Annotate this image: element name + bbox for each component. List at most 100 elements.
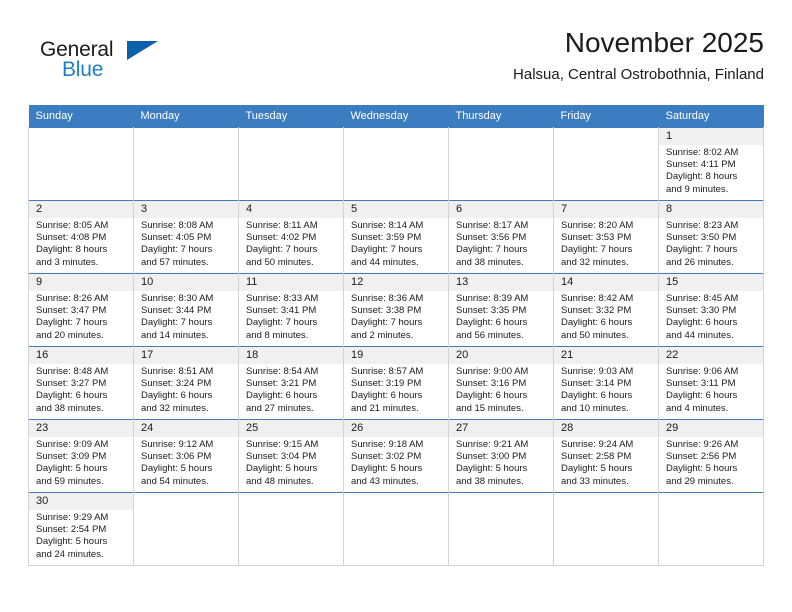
calendar-day-cell[interactable]: 2 Sunrise: 8:05 AM Sunset: 4:08 PM Daylight… xyxy=(28,200,134,274)
daylight-text-line2: and 44 minutes. xyxy=(666,329,734,341)
calendar-day-cell[interactable]: 17 Sunrise: 8:51 AM Sunset: 3:24 PM Dayligh… xyxy=(133,346,239,420)
cell-inner: 12 Sunrise: 8:36 AM Sunset: 3:38 PM Dayligh… xyxy=(344,274,448,346)
daylight-text-line1: Daylight: 6 hours xyxy=(141,390,213,402)
calendar-day-cell[interactable]: 23 Sunrise: 9:09 AM Sunset: 3:09 PM Dayligh… xyxy=(28,419,134,493)
calendar-cell-empty xyxy=(553,127,659,201)
sunset-text: Sunset: 3:21 PM xyxy=(246,378,317,390)
cell-inner: 26 Sunrise: 9:18 AM Sunset: 3:02 PM Dayligh… xyxy=(344,420,448,492)
sunrise-text: Sunrise: 9:21 AM xyxy=(456,439,529,450)
general-blue-logo[interactable]: General Blue xyxy=(40,38,190,86)
calendar-day-cell[interactable]: 15 Sunrise: 8:45 AM Sunset: 3:30 PM Dayligh… xyxy=(658,273,764,347)
sunset-text: Sunset: 3:30 PM xyxy=(666,305,737,317)
day-details: Sunrise: 8:23 AM Sunset: 3:50 PM Daylight:… xyxy=(659,218,763,269)
cell-inner: 20 Sunrise: 9:00 AM Sunset: 3:16 PM Dayligh… xyxy=(449,347,553,419)
calendar-cell-empty xyxy=(133,127,239,201)
title-block: November 2025 Halsua, Central Ostrobothn… xyxy=(513,26,764,86)
sunset-text: Sunset: 3:16 PM xyxy=(456,378,527,390)
daylight-text-line1: Daylight: 5 hours xyxy=(561,463,633,475)
calendar-week-row: 23 Sunrise: 9:09 AM Sunset: 3:09 PM Dayligh… xyxy=(28,419,764,493)
daylight-text-line2: and 38 minutes. xyxy=(456,256,524,268)
calendar-day-cell[interactable]: 29 Sunrise: 9:26 AM Sunset: 2:56 PM Dayligh… xyxy=(658,419,764,493)
cell-inner: 8 Sunrise: 8:23 AM Sunset: 3:50 PM Daylight… xyxy=(659,201,763,273)
day-number: 23 xyxy=(29,420,133,437)
calendar-day-cell[interactable]: 21 Sunrise: 9:03 AM Sunset: 3:14 PM Dayligh… xyxy=(553,346,659,420)
weekday-header-monday: Monday xyxy=(133,105,239,128)
calendar-day-cell[interactable]: 20 Sunrise: 9:00 AM Sunset: 3:16 PM Dayligh… xyxy=(448,346,554,420)
daylight-text-line2: and 57 minutes. xyxy=(141,256,209,268)
sunset-text: Sunset: 3:04 PM xyxy=(246,451,317,463)
day-number: 13 xyxy=(449,274,553,291)
weekday-header-saturday: Saturday xyxy=(658,105,764,128)
sunset-text: Sunset: 2:58 PM xyxy=(561,451,632,463)
day-number: 9 xyxy=(29,274,133,291)
weekday-header-wednesday: Wednesday xyxy=(343,105,449,128)
calendar-day-cell[interactable]: 19 Sunrise: 8:57 AM Sunset: 3:19 PM Dayligh… xyxy=(343,346,449,420)
calendar-day-cell[interactable]: 25 Sunrise: 9:15 AM Sunset: 3:04 PM Dayligh… xyxy=(238,419,344,493)
calendar-day-cell[interactable]: 3 Sunrise: 8:08 AM Sunset: 4:05 PM Daylight… xyxy=(133,200,239,274)
calendar-day-cell[interactable]: 4 Sunrise: 8:11 AM Sunset: 4:02 PM Daylight… xyxy=(238,200,344,274)
calendar-day-cell[interactable]: 8 Sunrise: 8:23 AM Sunset: 3:50 PM Daylight… xyxy=(658,200,764,274)
day-details: Sunrise: 8:39 AM Sunset: 3:35 PM Daylight:… xyxy=(449,291,553,342)
page-header: General Blue November 2025 Halsua, Centr… xyxy=(28,26,764,100)
calendar-day-cell[interactable]: 12 Sunrise: 8:36 AM Sunset: 3:38 PM Dayligh… xyxy=(343,273,449,347)
sunset-text: Sunset: 3:09 PM xyxy=(36,451,107,463)
calendar-day-cell[interactable]: 28 Sunrise: 9:24 AM Sunset: 2:58 PM Dayligh… xyxy=(553,419,659,493)
daylight-text-line1: Daylight: 5 hours xyxy=(141,463,213,475)
cell-inner: 4 Sunrise: 8:11 AM Sunset: 4:02 PM Daylight… xyxy=(239,201,343,273)
sunrise-text: Sunrise: 9:18 AM xyxy=(351,439,424,450)
daylight-text-line2: and 54 minutes. xyxy=(141,475,209,487)
page-title: November 2025 xyxy=(564,27,764,58)
calendar-day-cell[interactable]: 14 Sunrise: 8:42 AM Sunset: 3:32 PM Dayligh… xyxy=(553,273,659,347)
cell-inner: 3 Sunrise: 8:08 AM Sunset: 4:05 PM Daylight… xyxy=(134,201,238,273)
day-number: 11 xyxy=(239,274,343,291)
calendar-day-cell[interactable]: 24 Sunrise: 9:12 AM Sunset: 3:06 PM Dayligh… xyxy=(133,419,239,493)
cell-inner: 11 Sunrise: 8:33 AM Sunset: 3:41 PM Dayligh… xyxy=(239,274,343,346)
daylight-text-line2: and 50 minutes. xyxy=(561,329,629,341)
calendar-day-cell[interactable]: 27 Sunrise: 9:21 AM Sunset: 3:00 PM Dayligh… xyxy=(448,419,554,493)
cell-inner: 1 Sunrise: 8:02 AM Sunset: 4:11 PM Daylight… xyxy=(659,128,763,200)
daylight-text-line2: and 24 minutes. xyxy=(36,548,104,560)
daylight-text-line2: and 32 minutes. xyxy=(561,256,629,268)
day-number: 15 xyxy=(659,274,763,291)
triangle-icon xyxy=(127,41,158,60)
calendar-day-cell[interactable]: 18 Sunrise: 8:54 AM Sunset: 3:21 PM Dayligh… xyxy=(238,346,344,420)
day-details: Sunrise: 9:21 AM Sunset: 3:00 PM Daylight:… xyxy=(449,437,553,488)
daylight-text-line2: and 3 minutes. xyxy=(36,256,99,268)
calendar-week-row: 9 Sunrise: 8:26 AM Sunset: 3:47 PM Daylight… xyxy=(28,273,764,347)
daylight-text-line1: Daylight: 6 hours xyxy=(456,317,528,329)
daylight-text-line1: Daylight: 7 hours xyxy=(141,244,213,256)
day-number: 3 xyxy=(134,201,238,218)
calendar-day-cell[interactable]: 16 Sunrise: 8:48 AM Sunset: 3:27 PM Dayligh… xyxy=(28,346,134,420)
calendar-day-cell[interactable]: 22 Sunrise: 9:06 AM Sunset: 3:11 PM Dayligh… xyxy=(658,346,764,420)
day-details: Sunrise: 9:09 AM Sunset: 3:09 PM Daylight:… xyxy=(29,437,133,488)
calendar-day-cell[interactable]: 6 Sunrise: 8:17 AM Sunset: 3:56 PM Daylight… xyxy=(448,200,554,274)
calendar-day-cell[interactable]: 11 Sunrise: 8:33 AM Sunset: 3:41 PM Dayligh… xyxy=(238,273,344,347)
calendar-day-cell[interactable]: 9 Sunrise: 8:26 AM Sunset: 3:47 PM Daylight… xyxy=(28,273,134,347)
day-number: 22 xyxy=(659,347,763,364)
sunrise-text: Sunrise: 8:02 AM xyxy=(666,147,739,158)
sunrise-text: Sunrise: 9:15 AM xyxy=(246,439,319,450)
sunset-text: Sunset: 3:06 PM xyxy=(141,451,212,463)
cell-inner: 5 Sunrise: 8:14 AM Sunset: 3:59 PM Daylight… xyxy=(344,201,448,273)
calendar-day-cell[interactable]: 10 Sunrise: 8:30 AM Sunset: 3:44 PM Dayligh… xyxy=(133,273,239,347)
daylight-text-line2: and 2 minutes. xyxy=(351,329,414,341)
calendar-day-cell[interactable]: 7 Sunrise: 8:20 AM Sunset: 3:53 PM Daylight… xyxy=(553,200,659,274)
day-details: Sunrise: 8:48 AM Sunset: 3:27 PM Daylight:… xyxy=(29,364,133,415)
daylight-text-line1: Daylight: 5 hours xyxy=(666,463,738,475)
calendar-day-cell[interactable]: 26 Sunrise: 9:18 AM Sunset: 3:02 PM Dayligh… xyxy=(343,419,449,493)
calendar-week-row: 30 Sunrise: 9:29 AM Sunset: 2:54 PM Dayligh… xyxy=(28,492,764,566)
daylight-text-line1: Daylight: 5 hours xyxy=(36,536,108,548)
daylight-text-line1: Daylight: 5 hours xyxy=(36,463,108,475)
cell-inner xyxy=(134,493,238,565)
cell-inner xyxy=(239,493,343,565)
calendar-day-cell[interactable]: 30 Sunrise: 9:29 AM Sunset: 2:54 PM Dayligh… xyxy=(28,492,134,566)
cell-inner: 23 Sunrise: 9:09 AM Sunset: 3:09 PM Dayligh… xyxy=(29,420,133,492)
sunrise-text: Sunrise: 9:24 AM xyxy=(561,439,634,450)
calendar-day-cell[interactable]: 1 Sunrise: 8:02 AM Sunset: 4:11 PM Daylight… xyxy=(658,127,764,201)
calendar-day-cell[interactable]: 5 Sunrise: 8:14 AM Sunset: 3:59 PM Daylight… xyxy=(343,200,449,274)
day-details: Sunrise: 9:29 AM Sunset: 2:54 PM Daylight:… xyxy=(29,510,133,561)
calendar-day-cell[interactable]: 13 Sunrise: 8:39 AM Sunset: 3:35 PM Dayligh… xyxy=(448,273,554,347)
cell-inner: 16 Sunrise: 8:48 AM Sunset: 3:27 PM Dayligh… xyxy=(29,347,133,419)
day-details: Sunrise: 9:18 AM Sunset: 3:02 PM Daylight:… xyxy=(344,437,448,488)
daylight-text-line2: and 38 minutes. xyxy=(456,475,524,487)
